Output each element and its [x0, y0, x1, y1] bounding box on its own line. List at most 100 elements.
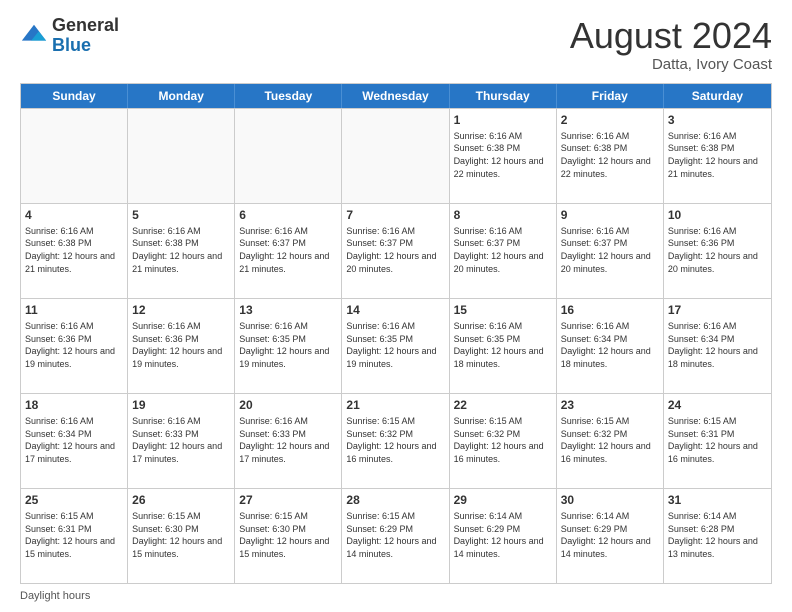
day-info: Sunrise: 6:16 AM Sunset: 6:36 PM Dayligh…: [668, 225, 767, 275]
day-number: 20: [239, 397, 337, 413]
calendar-row-4: 18 Sunrise: 6:16 AM Sunset: 6:34 PM Dayli…: [21, 393, 771, 488]
calendar-cell-21: 21Sunrise: 6:15 AM Sunset: 6:32 PM Dayli…: [342, 394, 449, 488]
day-number: 2: [561, 112, 659, 128]
calendar-cell-9: 9 Sunrise: 6:16 AM Sunset: 6:37 PM Daylig…: [557, 204, 664, 298]
day-info: Sunrise: 6:16 AM Sunset: 6:38 PM Dayligh…: [25, 225, 123, 275]
calendar-row-2: 4 Sunrise: 6:16 AM Sunset: 6:38 PM Daylig…: [21, 203, 771, 298]
day-number: 12: [132, 302, 230, 318]
day-number: 27: [239, 492, 337, 508]
calendar-row-3: 11 Sunrise: 6:16 AM Sunset: 6:36 PM Dayli…: [21, 298, 771, 393]
day-info: Sunrise: 6:15 AM Sunset: 6:29 PM Dayligh…: [346, 510, 444, 560]
calendar-cell-3: 3Sunrise: 6:16 AM Sunset: 6:38 PM Daylig…: [664, 109, 771, 203]
calendar-cell-27: 27 Sunrise: 6:15 AM Sunset: 6:30 PM Dayli…: [235, 489, 342, 583]
day-number: 4: [25, 207, 123, 223]
day-info: Sunrise: 6:15 AM Sunset: 6:30 PM Dayligh…: [132, 510, 230, 560]
day-number: 25: [25, 492, 123, 508]
day-info: Sunrise: 6:16 AM Sunset: 6:37 PM Dayligh…: [561, 225, 659, 275]
day-info: Sunrise: 6:15 AM Sunset: 6:32 PM Dayligh…: [454, 415, 552, 465]
day-number: 18: [25, 397, 123, 413]
calendar-header-saturday: Saturday: [664, 84, 771, 108]
day-info: Sunrise: 6:16 AM Sunset: 6:35 PM Dayligh…: [239, 320, 337, 370]
calendar-cell-5: 5 Sunrise: 6:16 AM Sunset: 6:38 PM Daylig…: [128, 204, 235, 298]
calendar-cell-26: 26 Sunrise: 6:15 AM Sunset: 6:30 PM Dayli…: [128, 489, 235, 583]
calendar-header-monday: Monday: [128, 84, 235, 108]
calendar-header: SundayMondayTuesdayWednesdayThursdayFrid…: [21, 84, 771, 108]
day-info: Sunrise: 6:16 AM Sunset: 6:33 PM Dayligh…: [239, 415, 337, 465]
day-info: Sunrise: 6:16 AM Sunset: 6:35 PM Dayligh…: [346, 320, 444, 370]
day-number: 9: [561, 207, 659, 223]
day-info: Sunrise: 6:15 AM Sunset: 6:32 PM Dayligh…: [561, 415, 659, 465]
day-info: Sunrise: 6:16 AM Sunset: 6:34 PM Dayligh…: [25, 415, 123, 465]
location-subtitle: Datta, Ivory Coast: [570, 56, 772, 73]
day-number: 11: [25, 302, 123, 318]
day-number: 15: [454, 302, 552, 318]
calendar-cell-10: 10 Sunrise: 6:16 AM Sunset: 6:36 PM Dayli…: [664, 204, 771, 298]
day-number: 30: [561, 492, 659, 508]
calendar-body: 1 Sunrise: 6:16 AM Sunset: 6:38 PM Daylig…: [21, 108, 771, 583]
day-number: 28: [346, 492, 444, 508]
day-info: Sunrise: 6:15 AM Sunset: 6:32 PM Dayligh…: [346, 415, 444, 465]
day-number: 24: [668, 397, 767, 413]
calendar-cell-4: 4 Sunrise: 6:16 AM Sunset: 6:38 PM Daylig…: [21, 204, 128, 298]
footer-note: Daylight hours: [20, 590, 772, 602]
day-info: Sunrise: 6:16 AM Sunset: 6:37 PM Dayligh…: [346, 225, 444, 275]
day-number: 13: [239, 302, 337, 318]
footer-note-text: Daylight hours: [20, 590, 90, 602]
calendar-cell-29: 29Sunrise: 6:14 AM Sunset: 6:29 PM Dayli…: [450, 489, 557, 583]
day-info: Sunrise: 6:15 AM Sunset: 6:31 PM Dayligh…: [25, 510, 123, 560]
day-number: 10: [668, 207, 767, 223]
calendar-cell-15: 15 Sunrise: 6:16 AM Sunset: 6:35 PM Dayli…: [450, 299, 557, 393]
day-number: 26: [132, 492, 230, 508]
day-number: 8: [454, 207, 552, 223]
day-number: 1: [454, 112, 552, 128]
calendar-header-sunday: Sunday: [21, 84, 128, 108]
calendar-header-wednesday: Wednesday: [342, 84, 449, 108]
day-info: Sunrise: 6:15 AM Sunset: 6:31 PM Dayligh…: [668, 415, 767, 465]
day-info: Sunrise: 6:16 AM Sunset: 6:35 PM Dayligh…: [454, 320, 552, 370]
page: General Blue August 2024 Datta, Ivory Co…: [0, 0, 792, 612]
calendar-cell-30: 30 Sunrise: 6:14 AM Sunset: 6:29 PM Dayli…: [557, 489, 664, 583]
calendar-cell-31: 31Sunrise: 6:14 AM Sunset: 6:28 PM Dayli…: [664, 489, 771, 583]
calendar-cell-11: 11 Sunrise: 6:16 AM Sunset: 6:36 PM Dayli…: [21, 299, 128, 393]
day-info: Sunrise: 6:16 AM Sunset: 6:36 PM Dayligh…: [25, 320, 123, 370]
calendar-cell-24: 24 Sunrise: 6:15 AM Sunset: 6:31 PM Dayli…: [664, 394, 771, 488]
day-number: 5: [132, 207, 230, 223]
day-number: 22: [454, 397, 552, 413]
calendar-cell-25: 25 Sunrise: 6:15 AM Sunset: 6:31 PM Dayli…: [21, 489, 128, 583]
calendar-cell-2: 2Sunrise: 6:16 AM Sunset: 6:38 PM Daylig…: [557, 109, 664, 203]
day-number: 16: [561, 302, 659, 318]
calendar-cell-20: 20 Sunrise: 6:16 AM Sunset: 6:33 PM Dayli…: [235, 394, 342, 488]
calendar-cell-6: 6Sunrise: 6:16 AM Sunset: 6:37 PM Daylig…: [235, 204, 342, 298]
day-info: Sunrise: 6:14 AM Sunset: 6:29 PM Dayligh…: [561, 510, 659, 560]
logo-blue-text: Blue: [52, 35, 91, 55]
calendar-cell-18: 18 Sunrise: 6:16 AM Sunset: 6:34 PM Dayli…: [21, 394, 128, 488]
calendar-cell-17: 17 Sunrise: 6:16 AM Sunset: 6:34 PM Dayli…: [664, 299, 771, 393]
day-info: Sunrise: 6:16 AM Sunset: 6:38 PM Dayligh…: [454, 130, 552, 180]
day-number: 17: [668, 302, 767, 318]
calendar-header-friday: Friday: [557, 84, 664, 108]
calendar-cell-empty: [21, 109, 128, 203]
title-block: August 2024 Datta, Ivory Coast: [570, 16, 772, 73]
day-info: Sunrise: 6:16 AM Sunset: 6:38 PM Dayligh…: [132, 225, 230, 275]
day-info: Sunrise: 6:16 AM Sunset: 6:36 PM Dayligh…: [132, 320, 230, 370]
day-info: Sunrise: 6:16 AM Sunset: 6:38 PM Dayligh…: [668, 130, 767, 180]
day-info: Sunrise: 6:16 AM Sunset: 6:33 PM Dayligh…: [132, 415, 230, 465]
calendar-header-thursday: Thursday: [450, 84, 557, 108]
calendar-cell-19: 19Sunrise: 6:16 AM Sunset: 6:33 PM Dayli…: [128, 394, 235, 488]
day-number: 31: [668, 492, 767, 508]
day-info: Sunrise: 6:14 AM Sunset: 6:29 PM Dayligh…: [454, 510, 552, 560]
logo: General Blue: [20, 16, 119, 56]
day-info: Sunrise: 6:15 AM Sunset: 6:30 PM Dayligh…: [239, 510, 337, 560]
calendar-cell-1: 1 Sunrise: 6:16 AM Sunset: 6:38 PM Daylig…: [450, 109, 557, 203]
calendar-row-1: 1 Sunrise: 6:16 AM Sunset: 6:38 PM Daylig…: [21, 108, 771, 203]
calendar-cell-22: 22 Sunrise: 6:15 AM Sunset: 6:32 PM Dayli…: [450, 394, 557, 488]
day-number: 23: [561, 397, 659, 413]
month-title: August 2024: [570, 16, 772, 56]
calendar-cell-16: 16Sunrise: 6:16 AM Sunset: 6:34 PM Dayli…: [557, 299, 664, 393]
calendar-cell-23: 23 Sunrise: 6:15 AM Sunset: 6:32 PM Dayli…: [557, 394, 664, 488]
header: General Blue August 2024 Datta, Ivory Co…: [20, 16, 772, 73]
day-info: Sunrise: 6:16 AM Sunset: 6:34 PM Dayligh…: [668, 320, 767, 370]
day-info: Sunrise: 6:16 AM Sunset: 6:37 PM Dayligh…: [454, 225, 552, 275]
calendar-cell-empty: [128, 109, 235, 203]
day-number: 14: [346, 302, 444, 318]
